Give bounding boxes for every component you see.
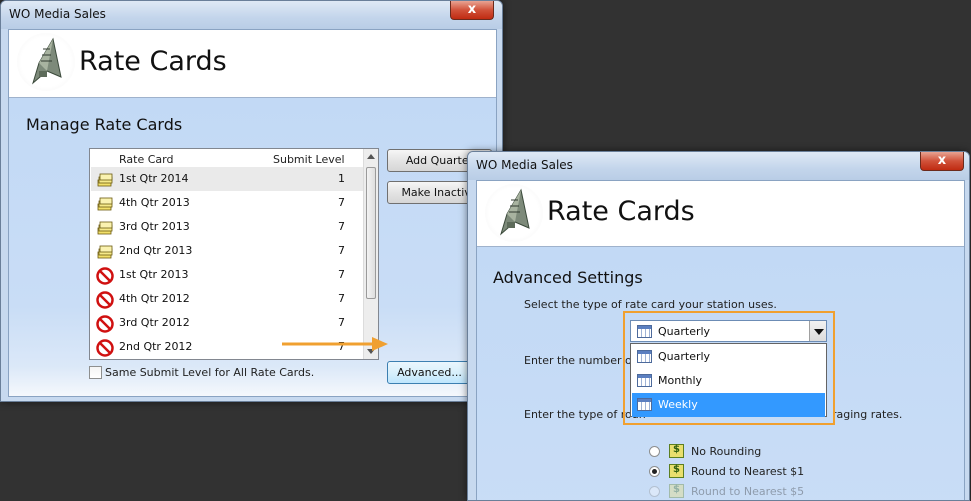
rate-card-name: 3rd Qtr 2012 bbox=[119, 316, 190, 329]
submit-level-value: 7 bbox=[338, 316, 345, 329]
rounding-prompt-end: raging rates. bbox=[832, 408, 903, 421]
dollar-bill-icon bbox=[669, 484, 684, 498]
back-window-titlebar[interactable]: WO Media Sales x bbox=[1, 1, 502, 29]
rounding-option-label: No Rounding bbox=[691, 445, 762, 458]
rate-card-name: 2nd Qtr 2013 bbox=[119, 244, 193, 257]
window-title: WO Media Sales bbox=[476, 158, 573, 172]
dropdown-option-label: Quarterly bbox=[658, 350, 711, 363]
callout-arrow-icon bbox=[282, 337, 388, 351]
rate-card-type-dropdown-list: Quarterly Monthly Weekly bbox=[630, 343, 827, 417]
table-row[interactable]: 4th Qtr 2012 7 bbox=[91, 287, 363, 311]
header-band: Rate Cards bbox=[477, 181, 964, 247]
rate-card-name: 2nd Qtr 2012 bbox=[119, 340, 193, 353]
calendar-icon bbox=[637, 325, 652, 338]
rate-card-stack-icon bbox=[96, 219, 114, 237]
submit-level-value: 7 bbox=[338, 220, 345, 233]
rate-card-stack-icon bbox=[96, 243, 114, 261]
column-header-submit-level[interactable]: Submit Level bbox=[273, 153, 345, 166]
column-header-rate-card[interactable]: Rate Card bbox=[119, 153, 173, 166]
close-button[interactable]: x bbox=[450, 1, 494, 20]
submit-level-value: 7 bbox=[338, 268, 345, 281]
same-submit-level-label: Same Submit Level for All Rate Cards. bbox=[105, 366, 315, 379]
scroll-thumb[interactable] bbox=[366, 167, 376, 299]
table-row[interactable]: 2nd Qtr 2013 7 bbox=[91, 239, 363, 263]
rounding-radio[interactable] bbox=[649, 466, 660, 477]
rate-card-name: 4th Qtr 2013 bbox=[119, 196, 190, 209]
table-row[interactable]: 4th Qtr 2013 7 bbox=[91, 191, 363, 215]
rounding-option-label: Round to Nearest $1 bbox=[691, 465, 805, 478]
rate-card-stack-icon bbox=[96, 195, 114, 213]
submit-level-value: 7 bbox=[338, 196, 345, 209]
dropdown-option-quarterly[interactable]: Quarterly bbox=[632, 345, 825, 369]
submit-level-value: 1 bbox=[338, 172, 345, 185]
table-row[interactable]: 3rd Qtr 2012 7 bbox=[91, 311, 363, 335]
header-band: Rate Cards bbox=[9, 30, 496, 98]
section-title: Advanced Settings bbox=[493, 268, 643, 287]
submit-level-value: 7 bbox=[338, 292, 345, 305]
dropdown-option-weekly[interactable]: Weekly bbox=[632, 393, 825, 417]
close-button[interactable]: x bbox=[920, 152, 964, 171]
front-window-titlebar[interactable]: WO Media Sales x bbox=[468, 152, 969, 180]
rate-card-list[interactable]: Rate Card Submit Level 1st Qtr 2014 1 4th … bbox=[89, 148, 379, 360]
dollar-bill-icon bbox=[669, 464, 684, 478]
rate-card-type-combobox[interactable]: Quarterly bbox=[630, 320, 827, 342]
rounding-radio[interactable] bbox=[649, 486, 660, 497]
calendar-icon bbox=[637, 374, 652, 387]
rounding-radio[interactable] bbox=[649, 446, 660, 457]
dropdown-option-label: Monthly bbox=[658, 374, 703, 387]
content-panel: Manage Rate Cards Rate Card Submit Level… bbox=[9, 98, 496, 396]
table-row[interactable]: 1st Qtr 2014 1 bbox=[91, 167, 363, 191]
client-area: Rate Cards Manage Rate Cards Rate Card S… bbox=[8, 29, 497, 397]
money-rocket-logo-icon bbox=[17, 33, 75, 91]
calendar-icon bbox=[637, 350, 652, 363]
rate-card-stack-icon bbox=[96, 171, 114, 189]
same-submit-level-checkbox[interactable] bbox=[89, 366, 102, 379]
header-title: Rate Cards bbox=[79, 46, 227, 77]
combobox-value: Quarterly bbox=[658, 325, 711, 338]
rate-card-type-prompt: Select the type of rate card your statio… bbox=[524, 298, 777, 311]
rounding-option-label: Round to Nearest $5 bbox=[691, 485, 805, 498]
rate-card-name: 4th Qtr 2012 bbox=[119, 292, 190, 305]
rate-card-name: 1st Qtr 2014 bbox=[119, 172, 189, 185]
calendar-icon bbox=[637, 398, 652, 411]
inactive-prohibited-icon bbox=[96, 267, 114, 285]
list-scrollbar[interactable] bbox=[363, 149, 378, 359]
dollar-bill-icon bbox=[669, 444, 684, 458]
rate-card-name: 3rd Qtr 2013 bbox=[119, 220, 190, 233]
dropdown-arrow-icon[interactable] bbox=[809, 321, 826, 341]
section-title: Manage Rate Cards bbox=[26, 115, 183, 134]
table-row[interactable]: 3rd Qtr 2013 7 bbox=[91, 215, 363, 239]
advanced-button[interactable]: Advanced... bbox=[387, 361, 472, 384]
window-title: WO Media Sales bbox=[9, 7, 106, 21]
inactive-prohibited-icon bbox=[96, 291, 114, 309]
inactive-prohibited-icon bbox=[96, 315, 114, 333]
submit-level-value: 7 bbox=[338, 244, 345, 257]
table-row[interactable]: 1st Qtr 2013 7 bbox=[91, 263, 363, 287]
money-rocket-logo-icon bbox=[485, 184, 543, 242]
dropdown-option-label: Weekly bbox=[658, 398, 698, 411]
header-title: Rate Cards bbox=[547, 196, 695, 227]
dropdown-option-monthly[interactable]: Monthly bbox=[632, 369, 825, 393]
rate-card-name: 1st Qtr 2013 bbox=[119, 268, 189, 281]
back-window: WO Media Sales x Rate Cards Manage Rate … bbox=[0, 0, 503, 402]
inactive-prohibited-icon bbox=[96, 339, 114, 357]
scroll-up-arrow-icon[interactable] bbox=[367, 154, 375, 159]
